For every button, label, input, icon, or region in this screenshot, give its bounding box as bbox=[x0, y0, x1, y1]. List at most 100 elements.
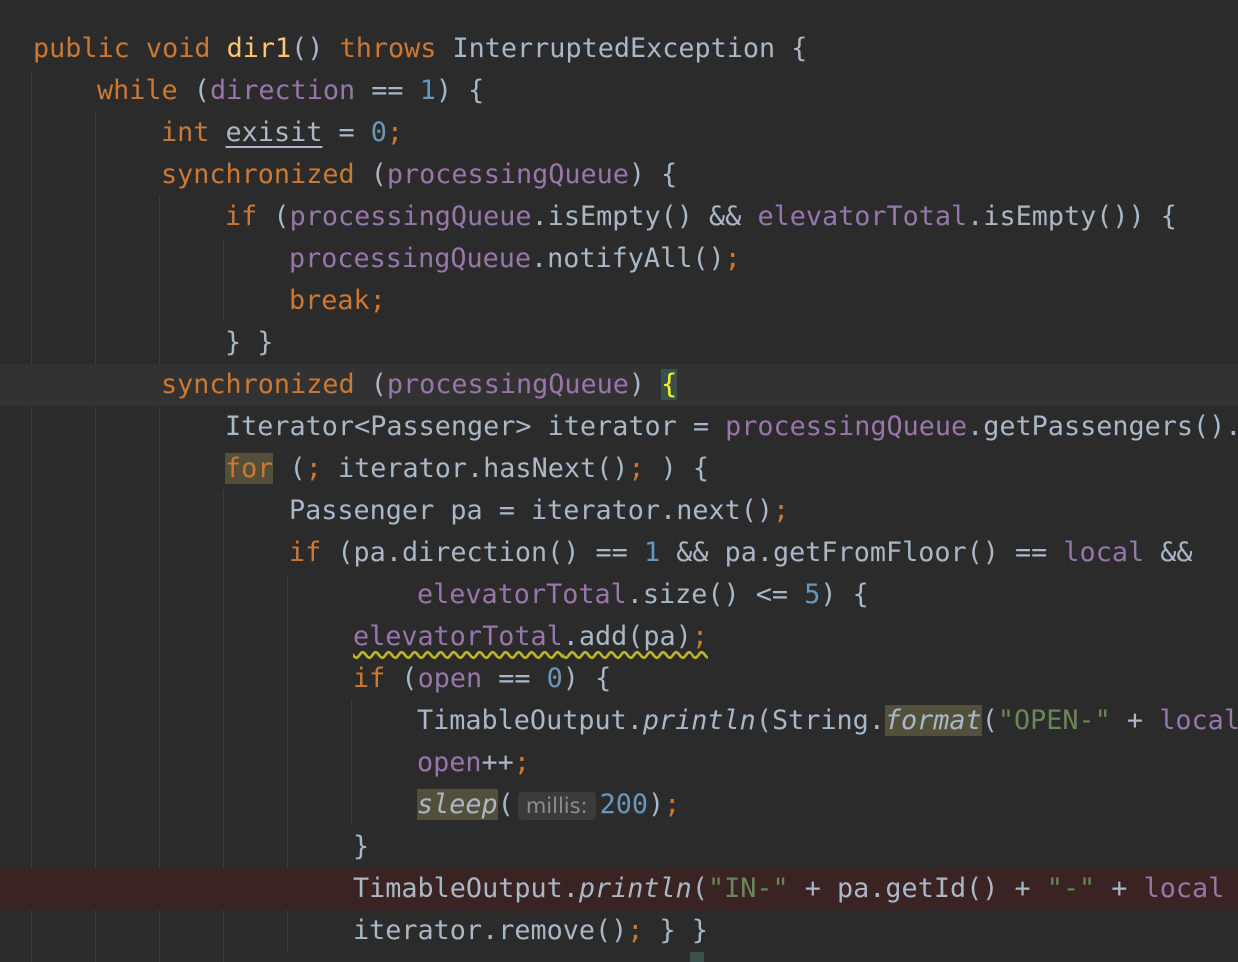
static-method: println bbox=[578, 873, 692, 904]
code-token: Passenger pa = iterator.next() bbox=[289, 495, 773, 526]
semicolon: ; bbox=[628, 453, 661, 484]
field-name: processingQueue bbox=[386, 159, 629, 190]
code-line[interactable]: while (direction == 1) { bbox=[0, 70, 1238, 112]
code-token: == bbox=[482, 663, 547, 694]
code-token: ( bbox=[273, 453, 306, 484]
field-name: elevatorTotal bbox=[417, 579, 627, 610]
keyword: break; bbox=[289, 285, 386, 316]
field-name: open bbox=[417, 747, 482, 778]
code-token: && pa.getFromFloor() == bbox=[660, 537, 1064, 568]
number-literal: 0 bbox=[546, 663, 563, 694]
code-token: ( bbox=[354, 369, 387, 400]
code-token: TimableOutput. bbox=[417, 705, 643, 736]
field-name: elevatorTotal bbox=[353, 621, 563, 652]
code-token: = bbox=[322, 117, 371, 148]
code-line[interactable]: open++; bbox=[0, 742, 1238, 784]
code-token: ++ bbox=[481, 747, 514, 778]
code-token: ) { bbox=[820, 579, 869, 610]
code-token: .add(pa) bbox=[562, 621, 692, 652]
code-line[interactable]: if (pa.direction() == 1 && pa.getFromFlo… bbox=[0, 532, 1238, 574]
code-line[interactable]: for (; iterator.hasNext(); ) { bbox=[0, 448, 1238, 490]
code-token: ) bbox=[628, 369, 662, 400]
code-line[interactable]: elevatorTotal.size() <= 5) { bbox=[0, 574, 1238, 616]
code-token: && bbox=[1144, 537, 1193, 568]
code-token: ( bbox=[257, 201, 290, 232]
code-line[interactable]: public void dir1() throws InterruptedExc… bbox=[0, 28, 1238, 70]
string-literal: "-" bbox=[1046, 873, 1096, 904]
code-line[interactable]: Passenger pa = iterator.next(); bbox=[0, 490, 1238, 532]
code-token: + bbox=[1224, 873, 1238, 904]
code-token: ( bbox=[497, 789, 514, 820]
code-line[interactable]: synchronized (processingQueue) { bbox=[0, 154, 1238, 196]
code-token: .size() <= bbox=[626, 579, 805, 610]
code-line-current[interactable]: synchronized (processingQueue) { bbox=[0, 364, 1238, 406]
matched-brace-marker bbox=[690, 952, 704, 962]
code-token: () bbox=[291, 33, 340, 64]
code-token: .isEmpty() && bbox=[531, 201, 758, 232]
number-literal: 1 bbox=[419, 75, 436, 106]
semicolon: ; bbox=[305, 453, 338, 484]
code-line[interactable]: sleep(millis: 200); bbox=[0, 784, 1238, 826]
code-token: == bbox=[355, 75, 420, 106]
keyword: synchronized bbox=[161, 369, 355, 400]
number-literal: 0 bbox=[370, 117, 387, 148]
field-name: local bbox=[1143, 873, 1225, 904]
code-token: .isEmpty()) { bbox=[967, 201, 1177, 232]
matched-brace: { bbox=[661, 369, 678, 400]
field-name: local bbox=[1063, 537, 1145, 568]
code-line[interactable]: if (processingQueue.isEmpty() && elevato… bbox=[0, 196, 1238, 238]
code-token: ( bbox=[691, 873, 708, 904]
code-token: ( bbox=[177, 75, 210, 106]
string-literal: "OPEN-" bbox=[997, 705, 1111, 736]
code-token: ) bbox=[648, 789, 665, 820]
code-token: ) { bbox=[660, 453, 710, 484]
field-name: processingQueue bbox=[289, 243, 531, 274]
code-line[interactable]: processingQueue.notifyAll(); bbox=[0, 238, 1238, 280]
code-token: iterator.hasNext() bbox=[337, 453, 629, 484]
code-line[interactable]: elevatorTotal.add(pa); bbox=[0, 616, 1238, 658]
code-token: ( bbox=[354, 159, 387, 190]
code-line[interactable]: Iterator<Passenger> iterator = processin… bbox=[0, 406, 1238, 448]
field-name: elevatorTotal bbox=[757, 201, 968, 232]
code-line-breakpoint[interactable]: TimableOutput.println("IN-" + pa.getId()… bbox=[0, 868, 1238, 910]
code-token: .notifyAll() bbox=[531, 243, 725, 274]
semicolon: ; bbox=[627, 915, 660, 946]
code-token: Iterator<Passenger> iterator = bbox=[225, 411, 726, 442]
code-line[interactable]: } bbox=[0, 826, 1238, 868]
code-line[interactable]: } } bbox=[0, 322, 1238, 364]
variable-name: exisit bbox=[225, 117, 323, 148]
code-line[interactable]: iterator.remove(); } } bbox=[0, 910, 1238, 952]
code-line[interactable]: int exisit = 0; bbox=[0, 112, 1238, 154]
field-name: processingQueue bbox=[386, 369, 629, 400]
keyword: if bbox=[353, 663, 386, 694]
code-token: InterruptedException { bbox=[436, 33, 808, 64]
keyword: if bbox=[289, 537, 322, 568]
semicolon: ; bbox=[724, 243, 741, 274]
code-token: + bbox=[1110, 705, 1160, 736]
keyword: synchronized bbox=[161, 159, 355, 190]
code-editor[interactable]: public void dir1() throws InterruptedExc… bbox=[0, 0, 1238, 962]
code-line[interactable]: if (open == 0) { bbox=[0, 658, 1238, 700]
code-token: (String. bbox=[755, 705, 885, 736]
string-literal: "IN-" bbox=[707, 873, 789, 904]
keyword: while bbox=[97, 75, 178, 106]
code-token: (pa.direction() == bbox=[321, 537, 644, 568]
semicolon: ; bbox=[664, 789, 681, 820]
code-token: ) { bbox=[435, 75, 485, 106]
code-token: } } bbox=[225, 327, 274, 358]
static-method: println bbox=[642, 705, 756, 736]
keyword-highlighted: for bbox=[225, 453, 274, 484]
field-name: local bbox=[1159, 705, 1238, 736]
code-line[interactable]: TimableOutput.println(String.format("OPE… bbox=[0, 700, 1238, 742]
code-token: } bbox=[353, 831, 370, 862]
code-token: ) { bbox=[628, 159, 678, 190]
code-token: ( bbox=[981, 705, 998, 736]
semicolon: ; bbox=[773, 495, 790, 526]
field-name: open bbox=[417, 663, 483, 694]
code-token: + bbox=[1095, 873, 1144, 904]
code-token: + pa.getId() + bbox=[788, 873, 1047, 904]
semicolon: ; bbox=[386, 117, 404, 148]
code-line[interactable]: break; bbox=[0, 280, 1238, 322]
keyword: if bbox=[225, 201, 258, 232]
